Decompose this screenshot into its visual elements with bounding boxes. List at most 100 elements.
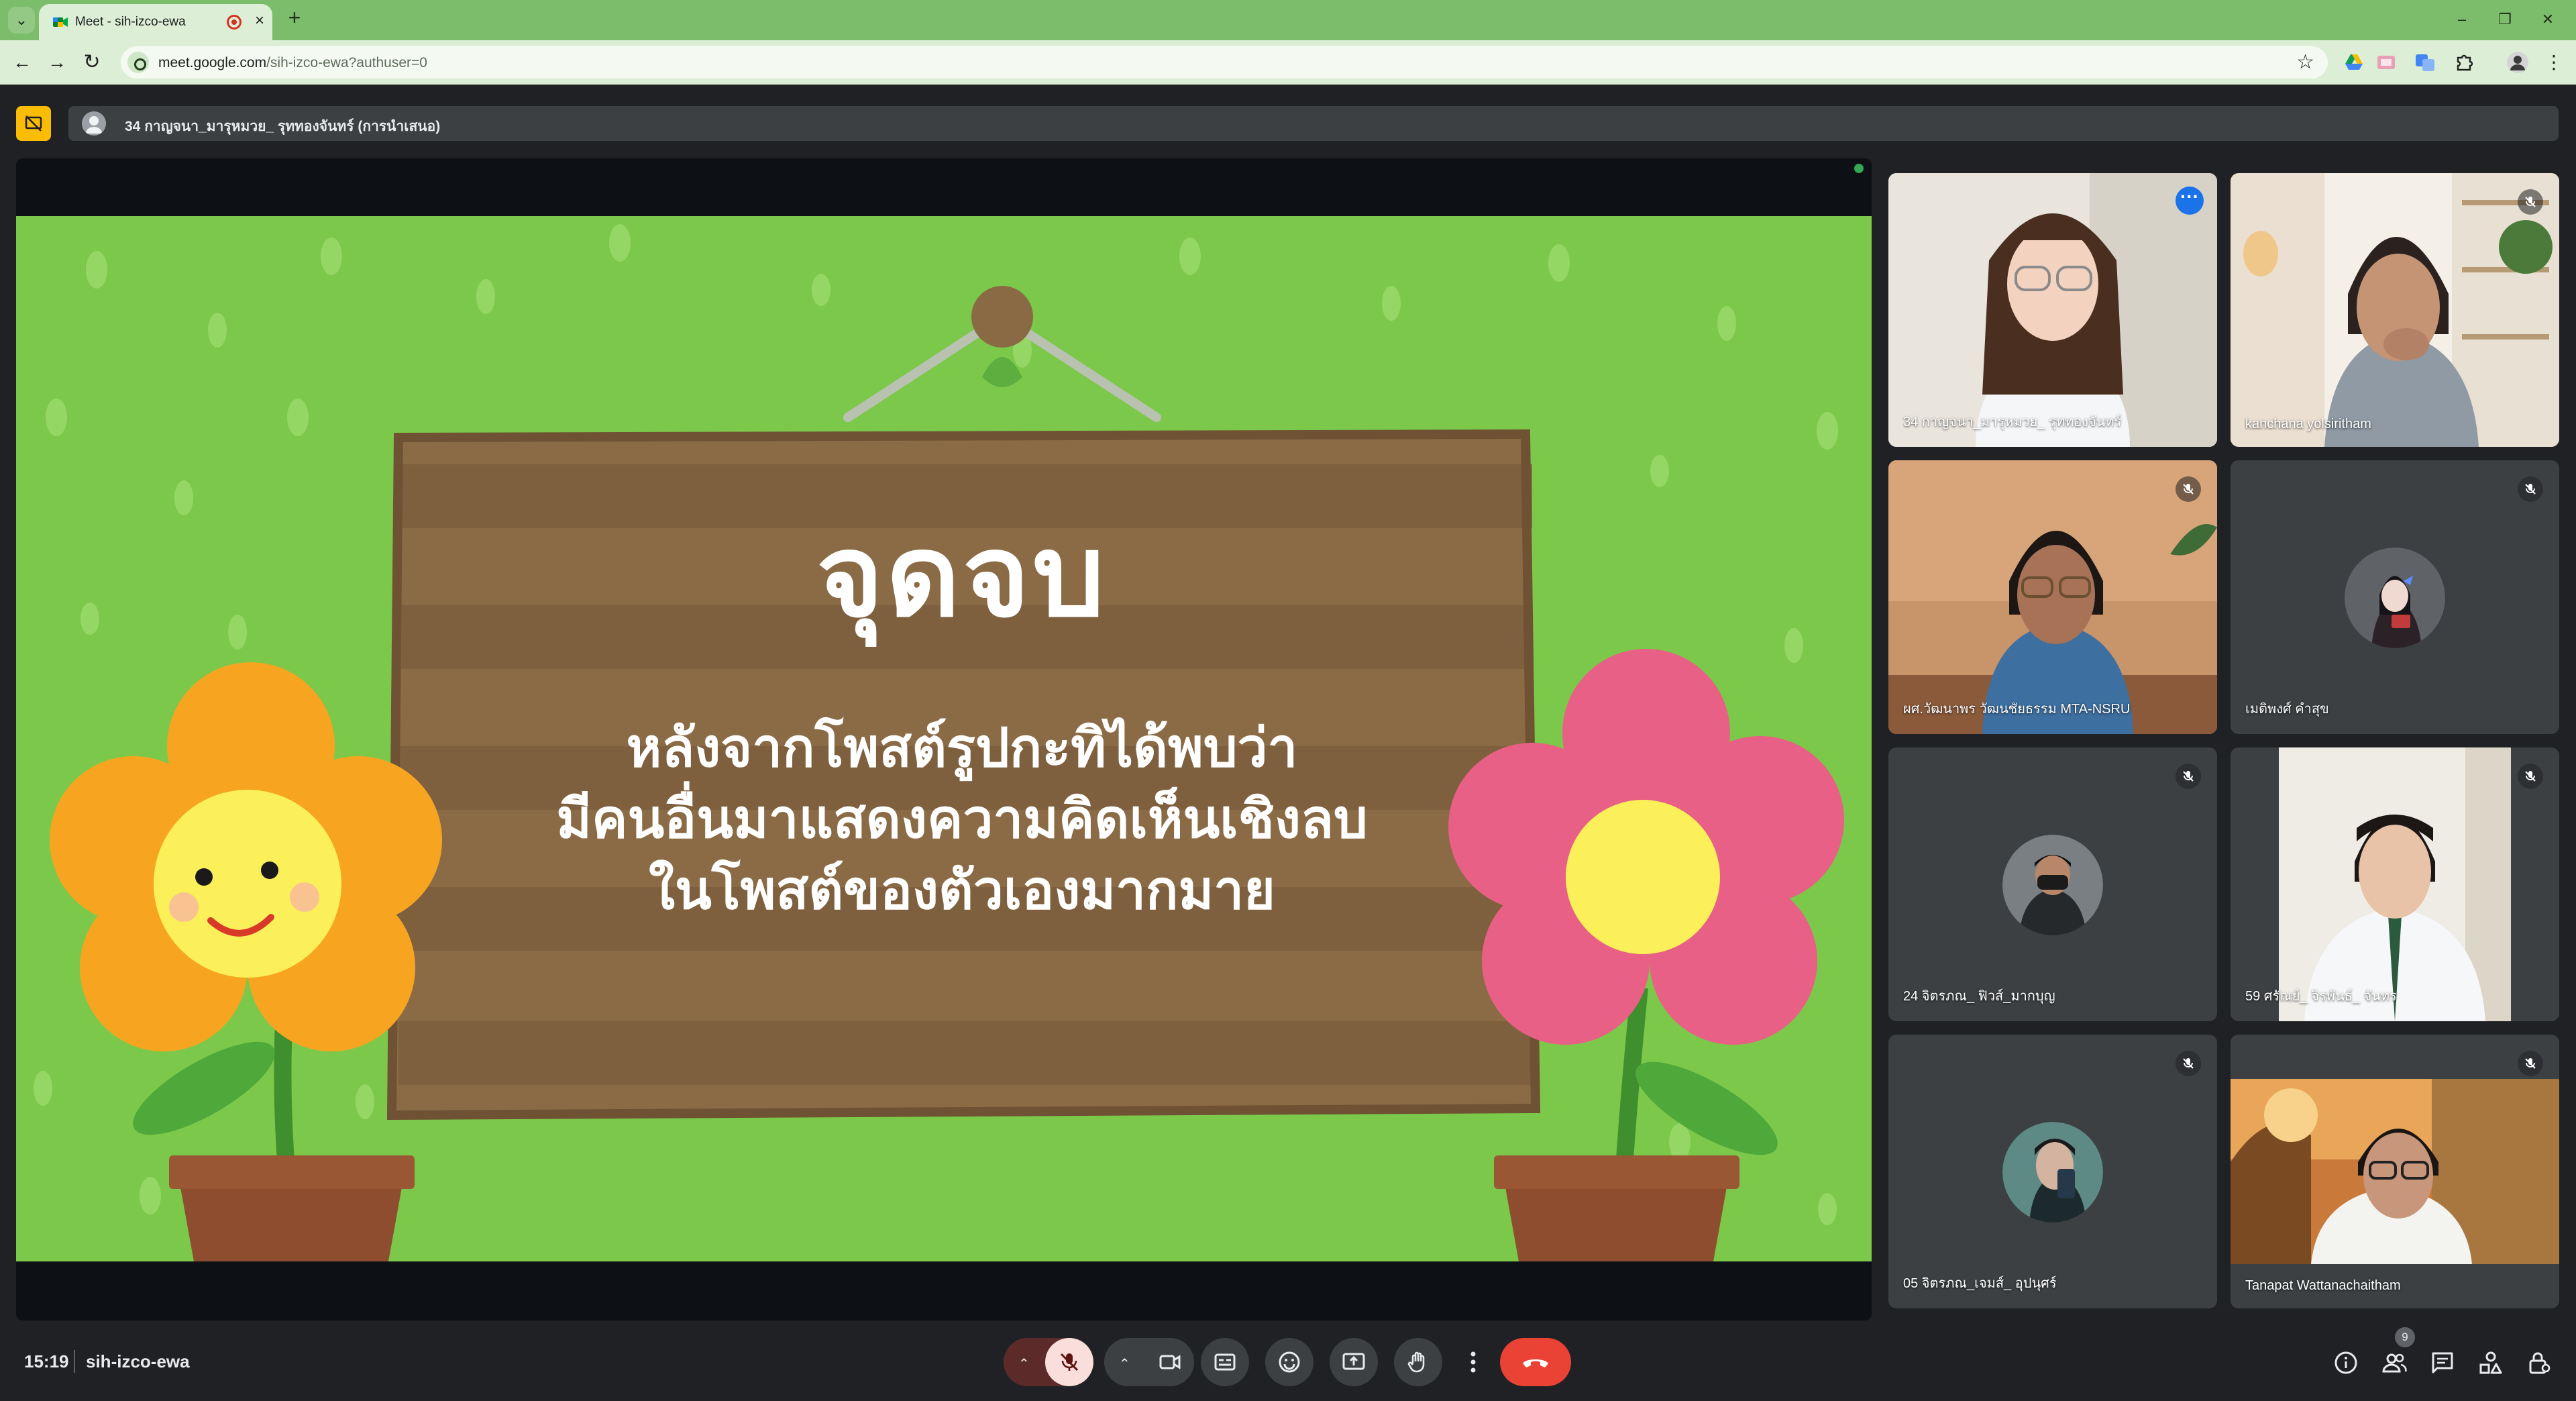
participant-name: Tanapat Wattanachaitham <box>2245 1278 2401 1293</box>
participant-video <box>1888 173 2217 447</box>
participant-video <box>2231 173 2559 447</box>
participant-video <box>1888 460 2217 734</box>
close-tab-icon[interactable]: × <box>250 11 270 31</box>
end-call-icon <box>1523 1359 1548 1367</box>
camera-toggle-button[interactable] <box>1146 1338 1194 1386</box>
mic-off-icon <box>2176 764 2201 789</box>
translate-extension-icon[interactable] <box>2414 51 2436 74</box>
participant-tile[interactable]: เมติพงศ์ คำสุข <box>2231 460 2559 734</box>
meeting-details-button[interactable] <box>2329 1346 2363 1380</box>
slide: จุดจบ หลังจากโพสต์รูปกะทิได้พบว่า มีคนอื… <box>16 216 1872 1261</box>
captions-icon <box>1214 1353 1236 1371</box>
reload-icon[interactable]: ↻ <box>78 48 106 76</box>
mic-toggle-button[interactable] <box>1045 1338 1093 1386</box>
browser-menu-icon[interactable]: ⋮ <box>2540 48 2568 76</box>
camera-options-chevron-icon[interactable]: ⌃ <box>1119 1355 1130 1372</box>
presenter-label: 34 กาญจนา_มารุหมวย_ รุททองจันทร์ (การนำเ… <box>125 119 441 134</box>
chat-icon <box>2432 1352 2453 1373</box>
hand-icon <box>1407 1351 1425 1373</box>
participant-tile[interactable]: 05 จิตรภณ_เจมส์_ อุปนุศร์ <box>1888 1035 2217 1308</box>
slide-body-line: ในโพสต์ของตัวเองมากมาย <box>649 859 1275 921</box>
presenter-avatar <box>82 111 106 136</box>
meeting-clock: 15:19 <box>24 1351 69 1371</box>
live-indicator-icon <box>1854 164 1864 173</box>
drive-extension-icon[interactable] <box>2343 51 2365 74</box>
extensions-puzzle-icon[interactable] <box>2453 51 2475 74</box>
participant-tile[interactable]: ผศ.วัฒนาพร วัฒนชัยธรรม MTA-NSRU <box>1888 460 2217 734</box>
participant-tile[interactable]: 59 ศรัณย์_ จิรพันธ์_ จันทร <box>2231 747 2559 1021</box>
leave-call-button[interactable] <box>1500 1338 1571 1386</box>
tab-strip: ⌄ Meet - sih-izco-ewa × + – ❐ ✕ <box>0 0 2576 40</box>
participant-tile[interactable]: kanchana yolsiritham <box>2231 173 2559 447</box>
tab-meet[interactable]: Meet - sih-izco-ewa × <box>39 4 272 40</box>
slide-heading: จุดจบ <box>816 510 1108 643</box>
more-options-button[interactable] <box>1458 1338 1488 1386</box>
tab-title: Meet - sih-izco-ewa <box>75 15 186 29</box>
restore-icon[interactable]: ❐ <box>2491 8 2518 31</box>
mic-off-icon <box>2176 476 2201 502</box>
forward-icon[interactable]: → <box>43 48 71 76</box>
emoji-icon <box>1279 1351 1300 1373</box>
tab-search-chevron-icon[interactable]: ⌄ <box>8 7 35 34</box>
meet-app: 34 กาญจนา_มารุหมวย_ รุททองจันทร์ (การนำเ… <box>0 85 2576 1401</box>
participant-avatar <box>2002 835 2103 935</box>
slide-body-line: มีคนอื่นมาแสดงความคิดเห็นเชิงลบ <box>556 788 1368 850</box>
chat-button[interactable] <box>2426 1346 2459 1380</box>
activities-button[interactable] <box>2474 1346 2508 1380</box>
mic-control-group: ⌃ <box>1004 1338 1093 1386</box>
camera-icon <box>1159 1355 1181 1369</box>
stop-presenting-icon[interactable] <box>16 106 51 141</box>
participant-tile[interactable]: 24 จิตรภณ_ ฟิวส์_มากบุญ <box>1888 747 2217 1021</box>
info-icon <box>2334 1351 2357 1374</box>
people-icon <box>2382 1353 2407 1373</box>
presentation-stage: จุดจบ หลังจากโพสต์รูปกะทิได้พบว่า มีคนอื… <box>16 158 1872 1320</box>
profile-avatar-icon[interactable] <box>2506 51 2529 74</box>
slide-body-line: หลังจากโพสต์รูปกะทิได้พบว่า <box>626 717 1298 779</box>
address-bar[interactable]: meet.google.com/sih-izco-ewa?authuser=0 … <box>121 46 2328 79</box>
camera-control-group: ⌃ <box>1104 1338 1194 1386</box>
lock-person-icon <box>2529 1352 2551 1374</box>
slide-body: หลังจากโพสต์รูปกะทิได้พบว่า มีคนอื่นมาแส… <box>492 713 1432 926</box>
participant-name: 59 ศรัณย์_ จิรพันธ์_ จันทร <box>2245 989 2397 1004</box>
raise-hand-button[interactable] <box>1394 1338 1442 1386</box>
participant-video <box>2231 747 2559 1021</box>
screen-capture-extension-icon[interactable] <box>2375 51 2398 74</box>
participant-name: เมติพงศ์ คำสุข <box>2245 702 2329 717</box>
participant-name: ผศ.วัฒนาพร วัฒนชัยธรรม MTA-NSRU <box>1903 702 2131 717</box>
site-info-icon[interactable] <box>127 52 149 73</box>
participant-tile[interactable]: ··· 34 กาญจนา_มารุหมวย_ รุททองจันทร์ <box>1888 173 2217 447</box>
participant-name: kanchana yolsiritham <box>2245 417 2371 431</box>
reactions-button[interactable] <box>1265 1338 1313 1386</box>
participant-video <box>2231 1035 2559 1308</box>
meet-logo-icon <box>53 17 68 27</box>
host-controls-button[interactable] <box>2522 1346 2556 1380</box>
bookmark-star-icon[interactable]: ☆ <box>2296 50 2314 74</box>
participant-name: 34 กาญจนา_มารุหมวย_ รุททองจันทร์ <box>1903 415 2122 429</box>
participant-name: 24 จิตรภณ_ ฟิวส์_มากบุญ <box>1903 989 2055 1004</box>
mic-options-chevron-icon[interactable]: ⌃ <box>1018 1355 1030 1372</box>
activities-shapes-icon <box>2479 1351 2502 1374</box>
back-icon[interactable]: ← <box>8 48 36 76</box>
participant-count-badge: 9 <box>2395 1327 2415 1347</box>
recording-icon <box>227 15 241 30</box>
meeting-code: sih-izco-ewa <box>86 1351 190 1371</box>
mic-off-icon <box>2518 476 2543 502</box>
close-window-icon[interactable]: ✕ <box>2534 8 2561 31</box>
present-screen-icon <box>1342 1353 1365 1370</box>
present-screen-button[interactable] <box>1330 1338 1378 1386</box>
mic-off-icon <box>2518 1051 2543 1076</box>
mic-off-icon <box>1060 1353 1079 1371</box>
browser-toolbar: ← → ↻ meet.google.com/sih-izco-ewa?authu… <box>0 40 2576 85</box>
more-vertical-icon <box>1470 1351 1476 1373</box>
new-tab-button[interactable]: + <box>283 7 306 30</box>
more-options-icon[interactable]: ··· <box>2176 187 2204 215</box>
mic-off-icon <box>2518 764 2543 789</box>
participant-avatar <box>2345 548 2445 648</box>
participant-avatar <box>2002 1122 2103 1223</box>
mic-off-icon <box>2176 1051 2201 1076</box>
people-button[interactable] <box>2377 1346 2411 1380</box>
divider <box>74 1350 75 1373</box>
participant-tile[interactable]: Tanapat Wattanachaitham <box>2231 1035 2559 1308</box>
captions-button[interactable] <box>1201 1338 1249 1386</box>
minimize-icon[interactable]: – <box>2449 8 2475 31</box>
